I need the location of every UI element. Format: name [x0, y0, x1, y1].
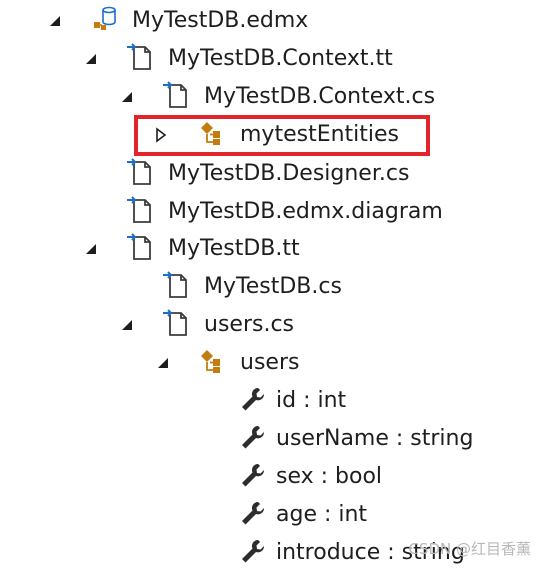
file-icon — [162, 271, 190, 299]
tree-item-label: MyTestDB.Designer.cs — [168, 161, 410, 186]
tree-item-context-tt[interactable]: MyTestDB.Context.tt — [0, 40, 543, 78]
tree-item-mytestdb-cs[interactable]: MyTestDB.cs — [0, 268, 543, 306]
expanded-arrow-icon[interactable] — [48, 14, 62, 28]
tree-item-label: id : int — [276, 388, 347, 413]
tree-item-label: age : int — [276, 502, 368, 527]
highlight-box — [134, 115, 430, 156]
expanded-arrow-icon[interactable] — [120, 90, 134, 104]
tree-item-label: MyTestDB.Context.tt — [168, 46, 393, 71]
tree-item-property-id[interactable]: id : int — [0, 382, 543, 420]
tree-item-mytestdb-edmx[interactable]: MyTestDB.edmx — [0, 2, 543, 40]
tree-item-context-cs[interactable]: MyTestDB.Context.cs — [0, 78, 543, 116]
property-wrench-icon — [238, 537, 266, 565]
tree-item-mytestdb-tt[interactable]: MyTestDB.tt — [0, 230, 543, 268]
file-icon — [126, 196, 154, 224]
tree-item-property-username[interactable]: userName : string — [0, 420, 543, 458]
tree-item-edmx-diagram[interactable]: MyTestDB.edmx.diagram — [0, 193, 543, 231]
expanded-arrow-icon[interactable] — [84, 52, 98, 66]
class-icon — [198, 347, 226, 375]
expanded-arrow-icon[interactable] — [84, 242, 98, 256]
expanded-arrow-icon[interactable] — [120, 318, 134, 332]
file-icon — [126, 158, 154, 186]
solution-explorer-tree: MyTestDB.edmx MyTestDB.Context.tt MyTest… — [0, 0, 543, 567]
tree-item-label: userName : string — [276, 426, 474, 451]
expanded-arrow-icon[interactable] — [156, 356, 170, 370]
property-wrench-icon — [238, 461, 266, 489]
file-icon — [126, 43, 154, 71]
tree-item-label: MyTestDB.edmx.diagram — [168, 199, 443, 224]
tree-item-property-sex[interactable]: sex : bool — [0, 458, 543, 496]
tree-item-label: MyTestDB.Context.cs — [204, 84, 436, 109]
file-icon — [126, 233, 154, 261]
tree-item-users-class[interactable]: users — [0, 344, 543, 382]
tree-item-designer-cs[interactable]: MyTestDB.Designer.cs — [0, 155, 543, 193]
tree-item-property-age[interactable]: age : int — [0, 496, 543, 534]
tree-item-label: MyTestDB.edmx — [132, 8, 309, 33]
property-wrench-icon — [238, 423, 266, 451]
tree-item-label: users — [240, 350, 300, 375]
file-icon — [162, 81, 190, 109]
file-icon — [162, 309, 190, 337]
tree-item-users-cs[interactable]: users.cs — [0, 306, 543, 344]
property-wrench-icon — [238, 385, 266, 413]
tree-item-label: MyTestDB.tt — [168, 236, 300, 261]
tree-item-label: MyTestDB.cs — [204, 274, 342, 299]
database-model-icon — [92, 5, 120, 33]
tree-item-label: sex : bool — [276, 464, 383, 489]
tree-item-label: users.cs — [204, 312, 294, 337]
watermark: CSDN @红目香薰 — [408, 540, 531, 558]
property-wrench-icon — [238, 499, 266, 527]
